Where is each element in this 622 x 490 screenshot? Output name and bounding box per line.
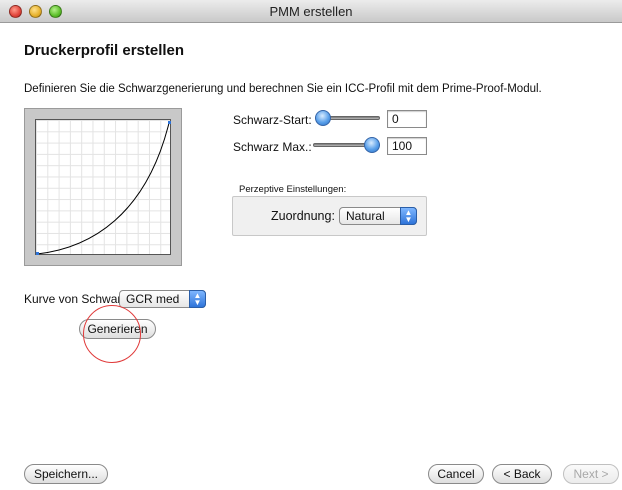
zuordnung-popup[interactable]: Natural ▲ ▼ <box>339 207 417 225</box>
perceptive-settings-title: Perzeptive Einstellungen: <box>239 184 347 195</box>
back-button[interactable]: < Back <box>492 464 552 484</box>
cancel-button[interactable]: Cancel <box>428 464 484 484</box>
curve-end-handle <box>168 121 171 124</box>
schwarz-max-label: Schwarz Max.: <box>233 140 312 154</box>
schwarz-start-label: Schwarz-Start: <box>233 113 312 127</box>
curve-start-handle <box>36 252 39 255</box>
schwarz-start-field[interactable]: 0 <box>387 110 427 128</box>
black-generation-curve-panel <box>24 108 182 266</box>
slider-knob[interactable] <box>315 110 331 126</box>
slider-knob[interactable] <box>364 137 380 153</box>
black-generation-curve <box>36 122 170 255</box>
save-button[interactable]: Speichern... <box>24 464 108 484</box>
kurve-label: Kurve von Schwar <box>24 292 122 306</box>
curve-graph <box>35 119 171 255</box>
title-bar: PMM erstellen <box>0 0 622 23</box>
schwarz-start-slider[interactable] <box>315 110 380 126</box>
popup-arrows-icon: ▲ ▼ <box>189 290 206 308</box>
schwarz-max-slider[interactable] <box>313 137 380 153</box>
next-button[interactable]: Next > <box>563 464 619 484</box>
window-title: PMM erstellen <box>269 4 353 19</box>
kurve-value: GCR med <box>126 292 180 306</box>
schwarz-max-field[interactable]: 100 <box>387 137 427 155</box>
kurve-popup[interactable]: GCR med ▲ ▼ <box>119 290 206 308</box>
zuordnung-label: Zuordnung: <box>271 209 335 223</box>
popup-arrows-icon: ▲ ▼ <box>400 207 417 225</box>
zuordnung-value: Natural <box>346 209 385 223</box>
perceptive-settings-group: Zuordnung: Natural ▲ ▼ <box>232 196 427 236</box>
curve-graph-svg <box>36 121 171 255</box>
page-description: Definieren Sie die Schwarzgenerierung un… <box>24 83 542 95</box>
page-title: Druckerprofil erstellen <box>24 42 185 59</box>
generate-button[interactable]: Generieren <box>79 319 156 339</box>
